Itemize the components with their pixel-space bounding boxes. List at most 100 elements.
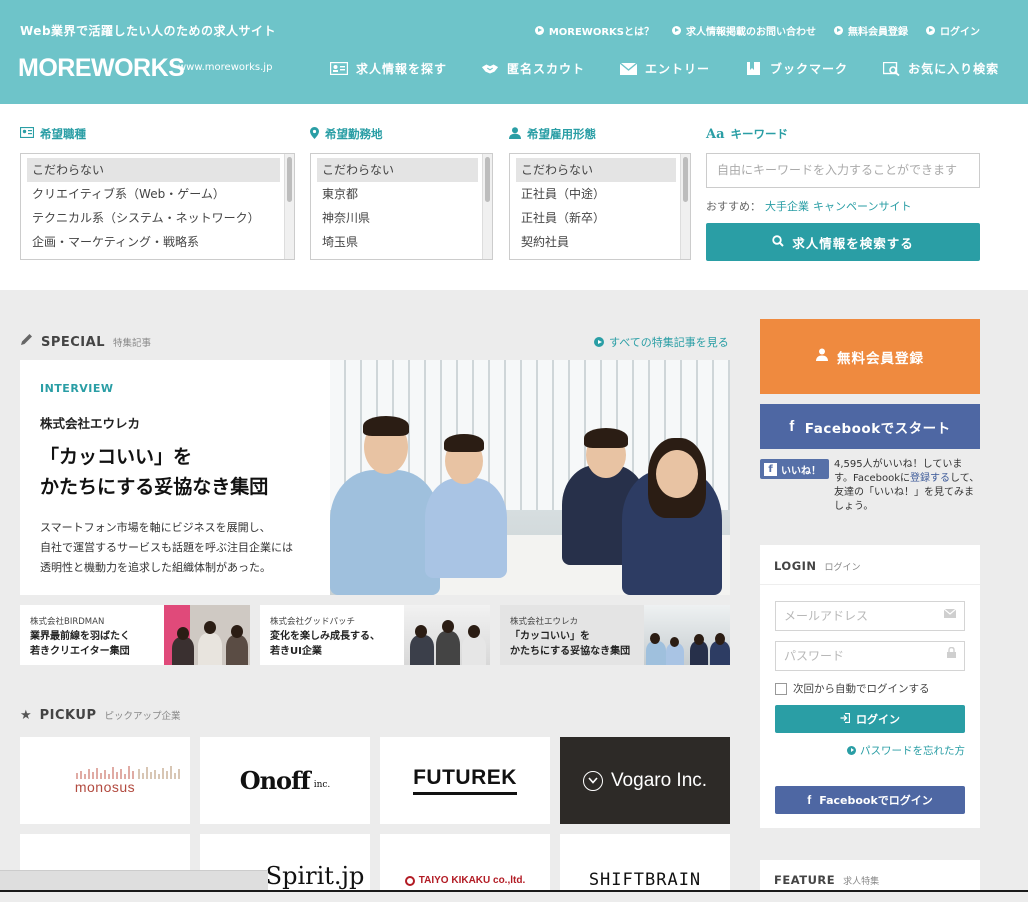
nav-label: お気に入り検索 — [908, 62, 1000, 76]
job-type-select[interactable]: こだわらない クリエイティブ系（Web・ゲーム） テクニカル系（システム・ネット… — [20, 153, 295, 260]
recommend-label: おすすめ： — [706, 200, 761, 213]
main-nav: 求人情報を探す 匿名スカウト エントリー ブックマーク お気に入り検索 — [330, 60, 999, 77]
employment-label: 希望雇用形態 — [509, 126, 691, 142]
feature-card[interactable]: 株式会社グッドパッチ 変化を楽しみ成長する、 若きUI企業 — [260, 605, 490, 665]
password-input[interactable]: パスワード — [775, 641, 965, 671]
person-icon — [816, 348, 829, 365]
photo-hair — [363, 416, 409, 436]
recommend-link-large-company[interactable]: 大手企業 — [765, 200, 809, 213]
pickup-logo-monosus[interactable]: monosus — [20, 737, 190, 824]
special-subtitle: 特集記事 — [113, 338, 152, 349]
pickup-logo-onoff[interactable]: Onoff inc. — [200, 737, 370, 824]
play-bullet-icon — [834, 26, 843, 35]
job-type-option[interactable]: クリエイティブ系（Web・ゲーム） — [27, 182, 280, 206]
toplink-contact[interactable]: 求人情報掲載のお問い合わせ — [672, 23, 816, 38]
scrollbar-thumb[interactable] — [485, 157, 490, 202]
special-title: SPECIAL — [41, 335, 105, 350]
recommend-link-campaign[interactable]: キャンペーンサイト — [813, 200, 911, 213]
pickup-logo-vogaro[interactable]: Vogaro Inc. — [560, 737, 730, 824]
facebook-register-link[interactable]: 登録する — [910, 473, 950, 484]
listbox-scrollbar[interactable] — [284, 154, 294, 259]
remember-label: 次回から自動でログインする — [793, 683, 930, 695]
login-arrow-icon — [840, 712, 851, 726]
pickup-logo-futurek[interactable]: FUTUREK — [380, 737, 550, 824]
location-select[interactable]: こだわらない 東京都 神奈川県 埼玉県 — [310, 153, 493, 260]
remember-login[interactable]: 次回から自動でログインする — [775, 681, 930, 696]
forgot-label: パスワードを忘れた方 — [860, 745, 965, 757]
pickup-logo-taiyo[interactable]: TAIYO KIKAKU co.,ltd. — [380, 834, 550, 894]
card-thumbnail — [644, 605, 730, 665]
job-type-option[interactable]: 企画・マーケティング・戦略系 — [27, 230, 280, 254]
forgot-password-link[interactable]: パスワードを忘れた方 — [847, 743, 965, 758]
email-placeholder: メールアドレス — [784, 609, 869, 623]
vogaro-wordmark: Vogaro Inc. — [610, 769, 708, 791]
futurek-wordmark: FUTUREK — [413, 766, 517, 789]
feature-cards: 株式会社BIRDMAN 業界最前線を羽ばたく 若きクリエイター集団 株式会社グッド… — [20, 605, 730, 665]
job-type-group: 希望職種 こだわらない クリエイティブ系（Web・ゲーム） テクニカル系（システ… — [19, 126, 295, 260]
thumb-head — [670, 637, 679, 647]
toplink-login[interactable]: ログイン — [926, 23, 980, 38]
nav-job-search[interactable]: 求人情報を探す — [330, 60, 447, 77]
card-company: 株式会社エウレカ — [510, 617, 579, 627]
location-option[interactable]: 埼玉県 — [317, 230, 478, 254]
email-input[interactable]: メールアドレス — [775, 601, 965, 631]
feature-card[interactable]: 株式会社エウレカ 「カッコいい」を かたちにする妥協なき集団 — [500, 605, 730, 665]
facebook-start-button[interactable]: f Facebookでスタート — [760, 404, 980, 449]
facebook-icon: f — [807, 793, 812, 807]
login-button-label: ログイン — [856, 713, 900, 726]
employment-option[interactable]: こだわらない — [516, 158, 676, 182]
remember-checkbox[interactable] — [775, 682, 787, 695]
employment-option[interactable]: 正社員（新卒） — [516, 206, 676, 230]
onoff-wordmark: Onoff — [239, 766, 311, 795]
scrollbar-thumb[interactable] — [287, 157, 292, 202]
login-button[interactable]: ログイン — [775, 705, 965, 733]
nav-label: 匿名スカウト — [507, 62, 586, 76]
login-subtitle: ログイン — [824, 563, 861, 573]
keyword-input[interactable]: 自由にキーワードを入力することができます — [706, 153, 980, 188]
nav-entry[interactable]: エントリー — [619, 60, 710, 77]
onoff-suffix: inc. — [313, 779, 331, 790]
facebook-icon: f — [789, 418, 795, 435]
employment-option[interactable]: 契約社員 — [516, 230, 676, 254]
location-option[interactable]: 神奈川県 — [317, 206, 478, 230]
job-type-option[interactable]: こだわらない — [27, 158, 280, 182]
facebook-like-button[interactable]: f いいね！ — [760, 459, 829, 479]
feature-company: 株式会社エウレカ — [40, 416, 141, 431]
location-option[interactable]: 東京都 — [317, 182, 478, 206]
search-button-label: 求人情報を検索する — [792, 235, 914, 251]
toplink-register[interactable]: 無料会員登録 — [834, 23, 908, 38]
play-bullet-icon — [926, 26, 935, 35]
site-logo[interactable]: MOREWORKS — [18, 54, 185, 83]
pickup-logo-shiftbrain[interactable]: SHIFTBRAIN — [560, 834, 730, 894]
feature-article[interactable]: INTERVIEW 株式会社エウレカ 「カッコいい」を かたちにする妥協なき集団… — [20, 360, 730, 595]
free-register-button[interactable]: 無料会員登録 — [760, 319, 980, 394]
facebook-login-button[interactable]: f Facebookでログイン — [775, 786, 965, 814]
employment-option[interactable]: 正社員（中途） — [516, 182, 676, 206]
job-search-button[interactable]: 求人情報を検索する — [706, 223, 980, 261]
listbox-scrollbar[interactable] — [680, 154, 690, 259]
toplink-label: MOREWORKSとは？ — [548, 27, 654, 38]
thumb-head — [415, 625, 427, 638]
job-type-option[interactable]: テクニカル系（システム・ネットワーク） — [27, 206, 280, 230]
location-option[interactable]: こだわらない — [317, 158, 478, 182]
listbox-scrollbar[interactable] — [482, 154, 492, 259]
nav-bookmark[interactable]: ブックマーク — [744, 60, 848, 77]
scrollbar-thumb[interactable] — [683, 157, 688, 202]
top-links: MOREWORKSとは？ 求人情報掲載のお問い合わせ 無料会員登録 ログイン — [534, 23, 980, 38]
card-title-line: 変化を楽しみ成長する、 — [270, 631, 380, 642]
nav-favorite-search[interactable]: お気に入り検索 — [882, 60, 999, 77]
feature-card[interactable]: 株式会社BIRDMAN 業界最前線を羽ばたく 若きクリエイター集団 — [20, 605, 250, 665]
card-title-line: 若きクリエイター集団 — [30, 646, 130, 657]
keyword-group: Aa キーワード 自由にキーワードを入力することができます おすすめ： 大手企業 キャ… — [706, 126, 980, 261]
toplink-about[interactable]: MOREWORKSとは？ — [534, 23, 654, 38]
thumb-person — [646, 641, 666, 665]
nav-scout[interactable]: 匿名スカウト — [481, 60, 585, 77]
card-company: 株式会社グッドパッチ — [270, 617, 356, 627]
site-header: Web業界で活躍したい人のための求人サイト MOREWORKS www.more… — [0, 0, 1028, 104]
taiyo-circle-icon — [404, 876, 415, 886]
horizontal-scrollbar[interactable] — [0, 870, 268, 891]
search-favorite-icon — [882, 61, 900, 76]
feature-desc-line: スマートフォン市場を軸にビジネスを展開し、 — [40, 521, 271, 534]
employment-select[interactable]: こだわらない 正社員（中途） 正社員（新卒） 契約社員 — [509, 153, 691, 260]
see-all-features-link[interactable]: すべての特集記事を見る — [594, 334, 729, 350]
